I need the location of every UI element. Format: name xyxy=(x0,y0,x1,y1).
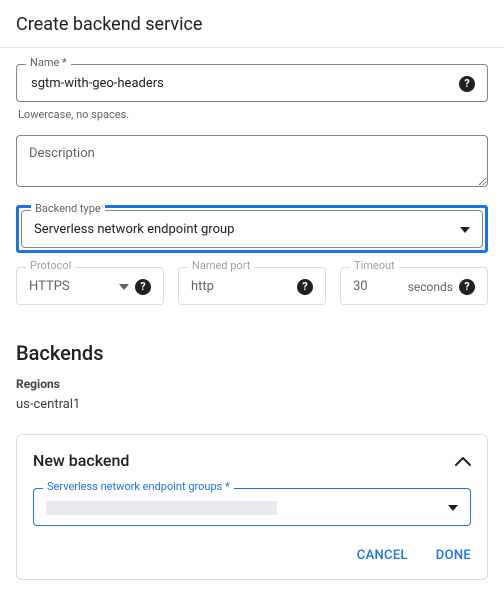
named-port-label: Named port xyxy=(188,259,254,272)
description-input[interactable] xyxy=(16,135,488,187)
timeout-field: Timeout 30 seconds ? xyxy=(340,267,488,305)
help-icon[interactable]: ? xyxy=(135,279,151,295)
connection-settings-row: Protocol HTTPS ? Named port http ? Timeo… xyxy=(16,267,488,311)
name-field: Name * ? xyxy=(16,64,488,102)
done-button[interactable]: DONE xyxy=(436,548,471,563)
caret-down-icon xyxy=(448,505,458,511)
backend-type-highlight: Backend type Serverless network endpoint… xyxy=(16,205,488,253)
neg-field: Serverless network endpoint groups * xyxy=(33,488,471,526)
help-icon[interactable]: ? xyxy=(459,279,475,295)
backend-type-value: Serverless network endpoint group xyxy=(34,222,234,237)
name-input[interactable] xyxy=(29,75,451,92)
backend-type-select[interactable]: Serverless network endpoint group xyxy=(21,210,483,248)
new-backend-card: New backend Serverless network endpoint … xyxy=(16,434,488,580)
new-backend-actions: CANCEL DONE xyxy=(33,548,471,563)
help-icon[interactable]: ? xyxy=(297,279,313,295)
name-label: Name * xyxy=(26,56,71,69)
neg-label: Serverless network endpoint groups * xyxy=(43,480,234,493)
region-value: us-central1 xyxy=(16,397,488,412)
named-port-value: http xyxy=(191,279,291,294)
collapse-button[interactable] xyxy=(455,456,471,466)
protocol-value: HTTPS xyxy=(29,279,119,294)
timeout-label: Timeout xyxy=(350,259,399,272)
neg-select[interactable] xyxy=(33,488,471,526)
name-box[interactable]: ? xyxy=(16,64,488,102)
name-helper: Lowercase, no spaces. xyxy=(18,108,486,121)
help-icon[interactable]: ? xyxy=(459,76,475,92)
protocol-label: Protocol xyxy=(26,259,75,272)
backend-type-field: Backend type Serverless network endpoint… xyxy=(21,210,483,248)
chevron-up-icon xyxy=(455,456,471,466)
neg-selected-value-redacted xyxy=(46,501,277,515)
caret-down-icon xyxy=(460,227,470,233)
regions-label: Regions xyxy=(16,377,488,391)
named-port-field: Named port http ? xyxy=(178,267,326,305)
cancel-button[interactable]: CANCEL xyxy=(357,548,408,563)
protocol-select[interactable]: HTTPS ? xyxy=(16,267,164,305)
new-backend-title: New backend xyxy=(33,451,129,470)
protocol-field: Protocol HTTPS ? xyxy=(16,267,164,305)
form-content: Name * ? Lowercase, no spaces. Backend t… xyxy=(0,48,504,604)
timeout-input-box[interactable]: 30 seconds ? xyxy=(340,267,488,305)
backend-type-label: Backend type xyxy=(31,202,105,215)
new-backend-header: New backend xyxy=(33,451,471,470)
timeout-unit: seconds xyxy=(408,280,453,294)
timeout-value: 30 xyxy=(353,279,402,294)
named-port-input-box[interactable]: http ? xyxy=(178,267,326,305)
backends-heading: Backends xyxy=(16,341,488,365)
caret-down-icon xyxy=(119,284,129,290)
page-title: Create backend service xyxy=(0,0,504,48)
